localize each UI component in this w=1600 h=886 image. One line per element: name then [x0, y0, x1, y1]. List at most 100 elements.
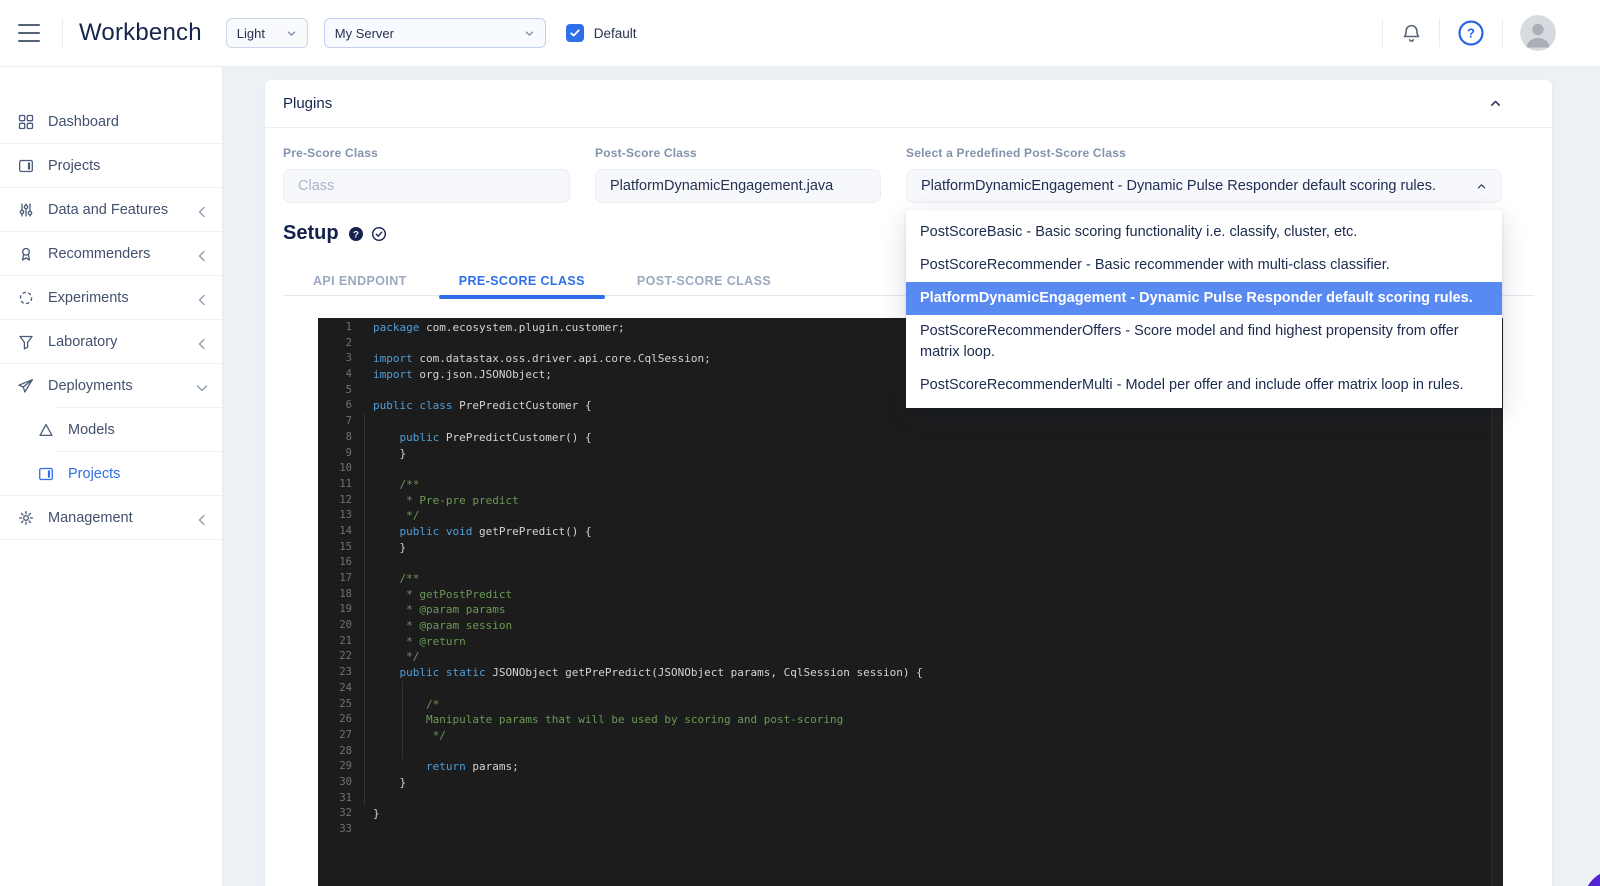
top-header: Workbench Light My Server Default ? [0, 0, 1600, 67]
triangle-icon [37, 421, 55, 439]
window-icon [17, 157, 35, 175]
code-line: 25 /* [318, 697, 1503, 713]
indent-guide [364, 414, 365, 806]
paper-plane-icon [17, 377, 35, 395]
line-number: 7 [345, 415, 352, 428]
line-number: 11 [339, 477, 352, 490]
dropdown-option[interactable]: PostScoreRecommenderOffers - Score model… [906, 315, 1502, 369]
line-number: 16 [339, 556, 352, 569]
sidebar-item-laboratory[interactable]: Laboratory [0, 320, 222, 364]
indent-guide [402, 681, 403, 759]
code-line: 12 * Pre-pre predict [318, 493, 1503, 509]
dropdown-option[interactable]: PostScoreRecommenderMulti - Model per of… [906, 369, 1502, 402]
code-line: 17 /** [318, 571, 1503, 587]
sidebar-item-experiments[interactable]: Experiments [0, 276, 222, 320]
floating-action-button[interactable] [1584, 870, 1600, 886]
plugins-panel: Plugins Pre-Score Class Post-Score Class… [265, 80, 1552, 886]
tab-pre-score-class[interactable]: PRE-SCORE CLASS [438, 265, 606, 299]
line-number: 21 [339, 634, 352, 647]
app-title: Workbench [79, 19, 202, 46]
check-circle-icon [371, 226, 387, 242]
setup-tabs: API ENDPOINT PRE-SCORE CLASS POST-SCORE CL… [293, 265, 803, 299]
predefined-post-score-select[interactable]: PlatformDynamicEngagement - Dynamic Puls… [906, 169, 1502, 203]
chevron-up-icon [1476, 181, 1487, 192]
code-line: 10 [318, 461, 1503, 477]
help-icon[interactable]: ? [1457, 19, 1485, 47]
tab-api-endpoint[interactable]: API ENDPOINT [293, 265, 427, 296]
tab-post-score-class[interactable]: POST-SCORE CLASS [617, 265, 791, 296]
sidebar-item-label: Projects [68, 466, 121, 482]
person-badge-icon [17, 245, 35, 263]
sidebar-item-recommenders[interactable]: Recommenders [0, 232, 222, 276]
code-line: 30 } [318, 775, 1503, 791]
predefined-post-score-dropdown: PostScoreBasic - Basic scoring functiona… [906, 210, 1502, 408]
sidebar-item-projects[interactable]: Projects [0, 144, 222, 188]
hamburger-menu-icon[interactable] [18, 22, 46, 44]
code-line: 29 return params; [318, 759, 1503, 775]
code-line: 27 */ [318, 728, 1503, 744]
line-number: 8 [345, 430, 352, 443]
line-number: 13 [339, 509, 352, 522]
line-number: 27 [339, 728, 352, 741]
check-icon [570, 29, 580, 37]
line-number: 18 [339, 587, 352, 600]
line-number: 17 [339, 572, 352, 584]
code-line: 15 } [318, 540, 1503, 556]
line-number: 5 [345, 383, 352, 396]
line-number: 24 [339, 681, 352, 694]
header-divider [1502, 19, 1503, 47]
dropdown-option[interactable]: PostScoreBasic - Basic scoring functiona… [906, 216, 1502, 249]
pre-score-class-input[interactable] [283, 169, 570, 203]
sidebar-item-label: Dashboard [48, 114, 119, 130]
default-checkbox[interactable] [565, 24, 584, 42]
sidebar-item-dashboard[interactable]: Dashboard [0, 100, 222, 144]
sidebar-item-label: Laboratory [48, 334, 118, 350]
code-line: 18 * getPostPredict [318, 587, 1503, 603]
line-number: 30 [339, 775, 352, 788]
plugins-panel-title: Plugins [283, 95, 333, 112]
default-checkbox-label: Default [593, 25, 637, 41]
code-line: 11 /** [318, 477, 1503, 493]
sidebar-item-label: Data and Features [48, 202, 169, 218]
code-line: 20 * @param session [318, 618, 1503, 634]
line-number: 22 [339, 650, 352, 663]
header-divider [62, 18, 63, 48]
code-line: 13 */ [318, 508, 1503, 524]
sidebar-item-label: Models [68, 422, 115, 438]
chevron-left-icon [194, 248, 206, 262]
dropdown-option[interactable]: PostScoreRecommender - Basic recommender… [906, 249, 1502, 282]
code-line: 24 [318, 681, 1503, 697]
predefined-post-score-label: Select a Predefined Post-Score Class [906, 146, 1126, 160]
line-number: 23 [339, 666, 352, 679]
window-icon [37, 465, 55, 483]
chevron-left-icon [194, 292, 206, 306]
line-number: 29 [339, 760, 352, 773]
sidebar-item-data-and-features[interactable]: Data and Features [0, 188, 222, 232]
avatar[interactable] [1520, 15, 1556, 51]
sidebar: Dashboard Projects Data and Features Recomm… [0, 67, 223, 886]
sidebar-item-label: Management [48, 510, 133, 526]
line-number: 4 [345, 368, 352, 381]
chevron-up-icon[interactable] [1489, 97, 1502, 110]
bell-icon[interactable] [1400, 22, 1422, 44]
sidebar-item-label: Deployments [48, 378, 133, 394]
pre-score-class-label: Pre-Score Class [283, 146, 379, 160]
line-number: 9 [345, 446, 352, 459]
sidebar-item-management[interactable]: Management [0, 496, 222, 540]
line-number: 3 [345, 352, 352, 365]
pre-score-class-field: Pre-Score Class [283, 146, 570, 203]
question-circle-icon[interactable]: ? [348, 226, 364, 242]
chevron-left-icon [194, 512, 206, 526]
post-score-class-input[interactable] [595, 169, 881, 203]
server-select[interactable]: My Server [323, 18, 546, 48]
sidebar-item-projects[interactable]: Projects [0, 452, 222, 496]
sidebar-item-models[interactable]: Models [0, 408, 222, 452]
code-line: 23 public static JSONObject getPrePredic… [318, 665, 1503, 681]
line-number: 32 [339, 807, 352, 820]
line-number: 12 [339, 493, 352, 506]
sidebar-item-deployments[interactable]: Deployments [0, 364, 222, 408]
theme-select[interactable]: Light [225, 18, 308, 48]
sliders-icon [17, 201, 35, 219]
dropdown-option[interactable]: PlatformDynamicEngagement - Dynamic Puls… [906, 282, 1502, 315]
code-line: 9 } [318, 446, 1503, 462]
